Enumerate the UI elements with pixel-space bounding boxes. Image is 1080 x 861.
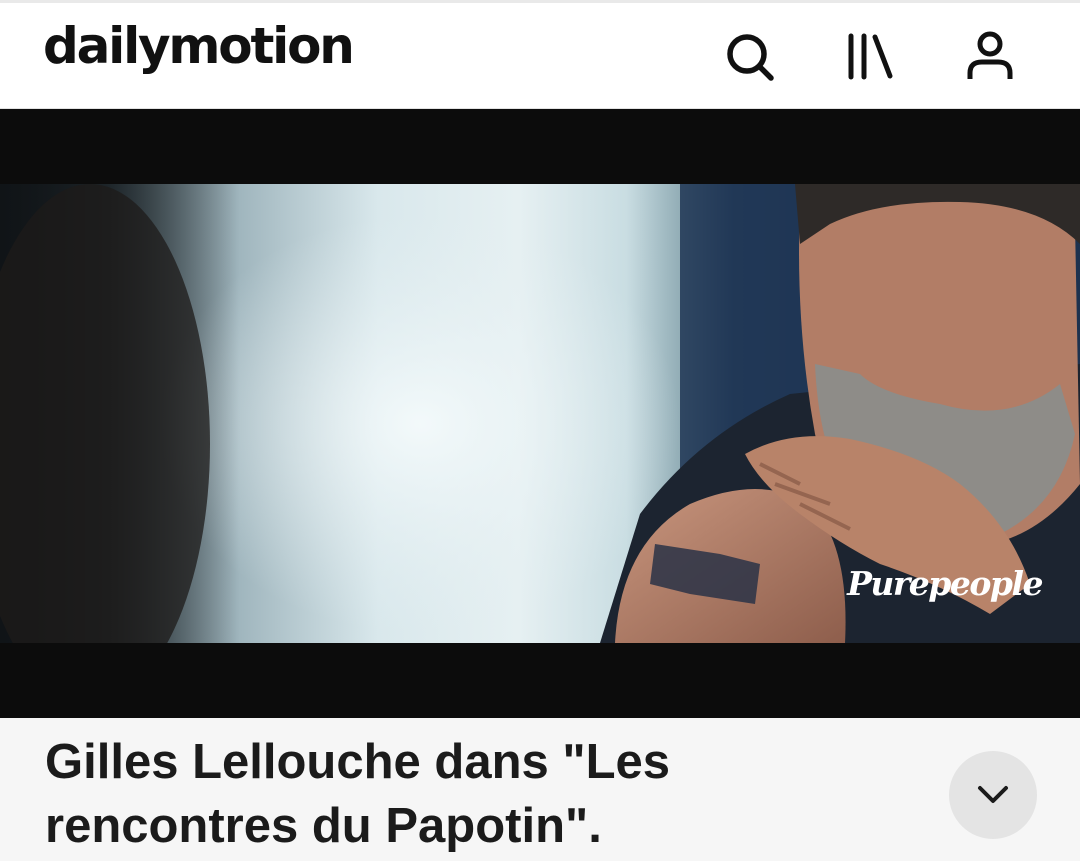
purepeople-watermark: Purepeople — [847, 564, 1043, 603]
search-button[interactable] — [722, 29, 778, 85]
video-title: Gilles Lellouche dans "Les rencontres du… — [45, 735, 671, 853]
video-info-panel: Gilles Lellouche dans "Les rencontres du… — [0, 718, 1080, 861]
expand-description-button[interactable] — [949, 751, 1037, 839]
account-button[interactable] — [962, 29, 1018, 85]
top-navigation-bar: dailymotion — [0, 0, 1080, 109]
library-button[interactable] — [843, 29, 899, 85]
video-frame[interactable]: Purepeople — [0, 184, 1080, 643]
video-player[interactable]: Purepeople — [0, 109, 1080, 718]
library-icon — [848, 33, 893, 80]
account-icon — [967, 31, 1013, 79]
chevron-down-icon — [978, 786, 1008, 803]
dailymotion-logo[interactable]: dailymotion — [43, 17, 355, 75]
search-icon — [727, 34, 774, 81]
